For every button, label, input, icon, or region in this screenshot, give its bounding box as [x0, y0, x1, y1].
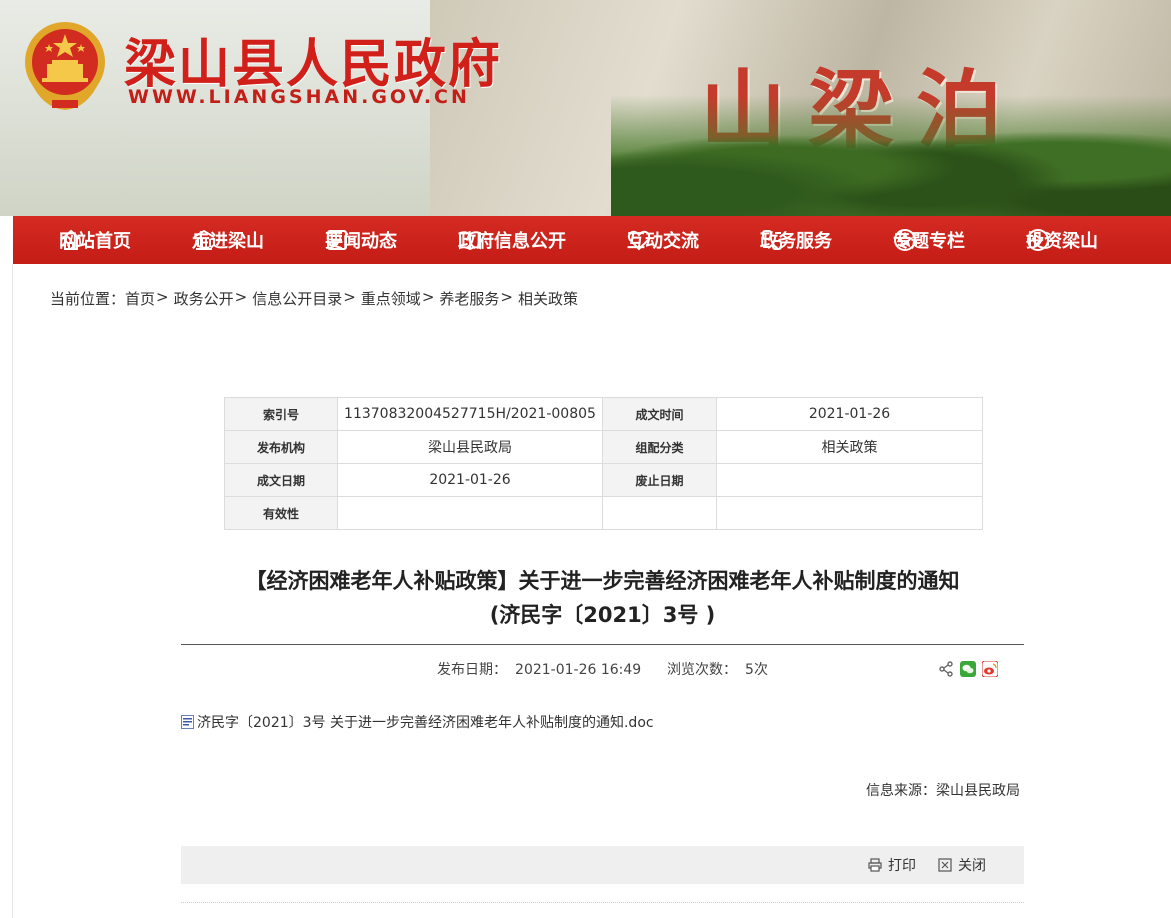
- validity-value: [337, 496, 603, 530]
- site-url: WWW.LIANGSHAN.GOV.CN: [128, 86, 470, 108]
- source-label: 信息来源：: [866, 783, 936, 799]
- document-meta-table: 索引号 11370832004527715H/2021-00805 成文时间 2…: [224, 397, 983, 530]
- attachment-link[interactable]: 济民字〔2021〕3号 关于进一步完善经济困难老年人补贴制度的通知.doc: [181, 712, 654, 732]
- print-label: 打印: [888, 858, 916, 874]
- nav-item-about[interactable]: 走进梁山: [146, 216, 279, 264]
- empty-cell: [716, 496, 983, 530]
- publisher-label: 发布机构: [224, 430, 338, 464]
- breadcrumb-related-policies[interactable]: 相关政策: [518, 288, 578, 309]
- breadcrumb-separator: >: [421, 288, 435, 306]
- category-value: 相关政策: [716, 430, 983, 464]
- article-title-line2: (济民字〔2021〕3号 ): [489, 603, 716, 627]
- nav-item-services[interactable]: 政务服务: [714, 216, 847, 264]
- title-divider: [181, 644, 1024, 645]
- star-icon: [894, 229, 916, 251]
- article-title: 【经济困难老年人补贴政策】关于进一步完善经济困难老年人补贴制度的通知 (济民字〔…: [181, 564, 1024, 632]
- breadcrumb-key-areas[interactable]: 重点领域: [361, 288, 421, 309]
- doc-file-icon: [181, 715, 194, 729]
- nav-item-home[interactable]: 网站首页: [13, 216, 146, 264]
- table-row: 成文日期 2021-01-26 废止日期: [224, 463, 983, 497]
- breadcrumb-separator: >: [500, 288, 513, 306]
- breadcrumb-prefix: 当前位置：: [50, 290, 126, 308]
- attachment-filename: 济民字〔2021〕3号 关于进一步完善经济困难老年人补贴制度的通知.doc: [197, 715, 654, 731]
- created-date-label: 成文日期: [224, 463, 338, 497]
- nav-item-topics[interactable]: 专题专栏: [847, 216, 980, 264]
- service-icon: [762, 230, 782, 250]
- breadcrumb-info-catalog[interactable]: 信息公开目录: [252, 288, 342, 309]
- breadcrumb-elderly-services[interactable]: 养老服务: [439, 288, 499, 309]
- breadcrumb-separator: >: [234, 288, 248, 306]
- weibo-icon[interactable]: [982, 661, 998, 677]
- close-icon: [938, 858, 952, 872]
- publish-info: 发布日期： 2021-01-26 16:49 浏览次数： 5次: [181, 659, 1024, 679]
- article-actions-bar: 打印 关闭: [181, 846, 1024, 884]
- heart-icon: [627, 230, 651, 251]
- nav-item-gov-info[interactable]: 政府信息公开: [412, 216, 581, 264]
- bottom-dotted-divider: [181, 902, 1024, 903]
- nav-item-news[interactable]: 要闻动态: [279, 216, 412, 264]
- main-nav: 网站首页 走进梁山 要闻动态 政府信息公开 互动交流 政务服务 专题专栏 投资梁…: [13, 216, 1171, 264]
- created-date-value: 2021-01-26: [337, 463, 603, 497]
- national-emblem-icon: [25, 22, 105, 110]
- share-icon[interactable]: [938, 661, 954, 677]
- pub-date-value: 2021-01-26 16:49: [515, 662, 642, 678]
- pub-date-label: 发布日期：: [437, 662, 508, 678]
- breadcrumb-separator: >: [156, 288, 169, 306]
- breadcrumb-home[interactable]: 首页: [125, 288, 155, 309]
- article-title-line1: 【经济困难老年人补贴政策】关于进一步完善经济困难老年人补贴制度的通知: [245, 569, 960, 593]
- home-icon: [61, 229, 81, 250]
- breadcrumb: 当前位置： 首页 > 政务公开 > 信息公开目录 > 重点领域 > 养老服务 > 相关政策: [50, 288, 578, 309]
- header-pine-trees: [611, 95, 1171, 216]
- breadcrumb-separator: >: [343, 288, 356, 306]
- invest-icon: [1027, 229, 1049, 251]
- nav-item-interaction[interactable]: 互动交流: [581, 216, 714, 264]
- info-source: 信息来源：梁山县民政局: [866, 780, 1020, 800]
- source-value: 梁山县民政局: [936, 783, 1020, 799]
- close-button[interactable]: 关闭: [938, 855, 986, 875]
- created-time-value: 2021-01-26: [716, 397, 983, 431]
- print-button[interactable]: 打印: [868, 855, 916, 875]
- table-row: 索引号 11370832004527715H/2021-00805 成文时间 2…: [224, 397, 983, 431]
- validity-label: 有效性: [224, 496, 338, 530]
- created-time-label: 成文时间: [602, 397, 717, 431]
- table-row: 发布机构 梁山县民政局 组配分类 相关政策: [224, 430, 983, 464]
- index-value: 11370832004527715H/2021-00805: [337, 397, 603, 431]
- site-header: 山梁泊 梁山县人民政府 WWW.LIANGSHAN.GOV.CN: [0, 0, 1171, 216]
- category-label: 组配分类: [602, 430, 717, 464]
- printer-icon: [868, 858, 882, 872]
- table-row: 有效性: [224, 496, 983, 530]
- close-label: 关闭: [958, 858, 986, 874]
- expiry-value: [716, 463, 983, 497]
- index-label: 索引号: [224, 397, 338, 431]
- empty-cell: [602, 496, 717, 530]
- wechat-icon[interactable]: [960, 661, 976, 677]
- content-left-border: [12, 264, 13, 918]
- expiry-label: 废止日期: [602, 463, 717, 497]
- nav-item-invest[interactable]: 投资梁山: [980, 216, 1113, 264]
- breadcrumb-gov-affairs[interactable]: 政务公开: [174, 288, 234, 309]
- views-value: 5次: [745, 662, 768, 678]
- views-label: 浏览次数：: [667, 662, 738, 678]
- news-icon: [327, 230, 347, 250]
- share-bar: [938, 661, 998, 677]
- publisher-value: 梁山县民政局: [337, 430, 603, 464]
- book-icon: [459, 231, 481, 251]
- building-icon: [193, 229, 215, 250]
